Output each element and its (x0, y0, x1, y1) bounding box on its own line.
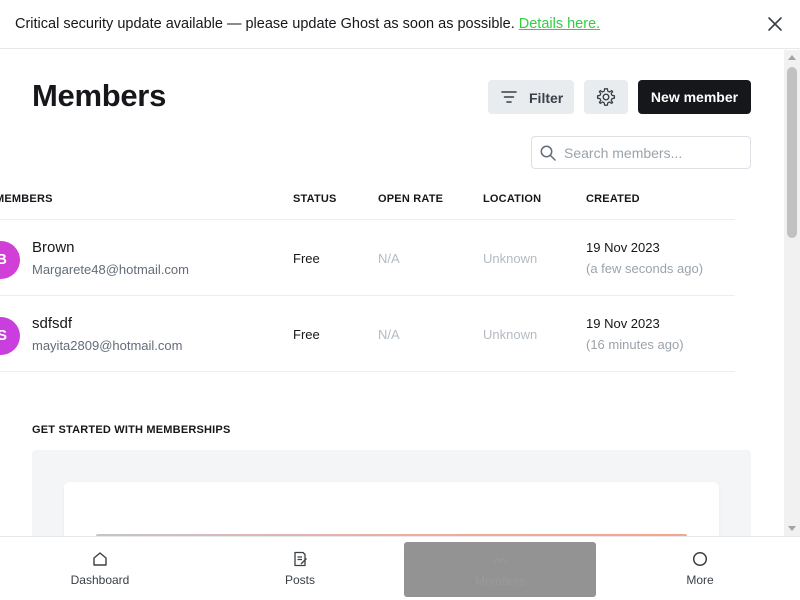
security-update-banner: Critical security update available — ple… (0, 0, 800, 49)
new-member-button[interactable]: New member (638, 80, 751, 114)
get-started-heading: GET STARTED WITH MEMBERSHIPS (32, 424, 231, 436)
member-location: Unknown (483, 327, 538, 342)
member-created-date: 19 Nov 2023 (586, 240, 660, 255)
search-icon (540, 145, 556, 161)
member-status: Free (293, 327, 320, 342)
member-created-relative: (16 minutes ago) (586, 337, 684, 352)
nav-label: Posts (284, 573, 315, 587)
member-name: Brown (32, 239, 75, 256)
search-box[interactable] (531, 136, 751, 169)
posts-icon (294, 551, 307, 567)
column-header-open-rate[interactable]: OPEN RATE (378, 193, 443, 205)
column-header-status[interactable]: STATUS (293, 193, 337, 205)
scrollbar-thumb[interactable] (787, 67, 797, 238)
column-header-location[interactable]: LOCATION (483, 193, 541, 205)
get-started-card (64, 482, 719, 536)
close-icon[interactable] (766, 15, 784, 33)
column-header-created[interactable]: CREATED (586, 193, 640, 205)
member-name: sdfsdf (32, 315, 73, 332)
banner-text: Critical security update available — ple… (15, 16, 600, 32)
avatar: S (0, 317, 20, 355)
member-location: Unknown (483, 251, 538, 266)
avatar: B (0, 241, 20, 279)
table-row[interactable]: B Brown Margarete48@hotmail.com Free N/A… (0, 220, 735, 296)
home-icon (93, 552, 107, 566)
member-open-rate: N/A (378, 327, 400, 342)
member-created-relative: (a few seconds ago) (586, 261, 704, 276)
member-open-rate: N/A (378, 251, 400, 266)
member-email: Margarete48@hotmail.com (32, 262, 189, 277)
page-title: Members (32, 78, 167, 113)
member-email: mayita2809@hotmail.com (32, 338, 183, 353)
gear-icon (596, 88, 616, 106)
nav-item-members[interactable]: Members (400, 537, 600, 600)
more-icon (692, 551, 708, 567)
main-content: Members Filter New member MEMBERS STATUS… (0, 50, 784, 536)
bottom-navigation: Dashboard Posts Members More (0, 536, 800, 600)
scroll-up-arrow-icon[interactable] (788, 55, 796, 60)
scroll-down-arrow-icon[interactable] (788, 526, 796, 531)
filter-button[interactable]: Filter (488, 80, 574, 114)
member-created-date: 19 Nov 2023 (586, 316, 660, 331)
member-status: Free (293, 251, 320, 266)
search-input[interactable] (564, 143, 744, 163)
nav-label: Dashboard (70, 573, 130, 587)
members-icon (493, 558, 507, 564)
filter-button-label: Filter (529, 90, 564, 106)
get-started-panel (32, 450, 751, 536)
vertical-scrollbar[interactable] (784, 50, 800, 536)
banner-details-link[interactable]: Details here. (519, 16, 600, 32)
banner-message: Critical security update available — ple… (15, 16, 515, 32)
nav-item-dashboard[interactable]: Dashboard (0, 537, 200, 600)
table-row[interactable]: S sdfsdf mayita2809@hotmail.com Free N/A… (0, 296, 735, 372)
nav-item-members-highlight: Members (404, 542, 596, 597)
settings-button[interactable] (584, 80, 628, 114)
nav-label: Members (474, 574, 525, 588)
nav-label: More (686, 573, 714, 587)
filter-icon (501, 91, 517, 103)
column-header-members[interactable]: MEMBERS (0, 193, 53, 205)
nav-item-posts[interactable]: Posts (200, 537, 400, 600)
nav-item-more[interactable]: More (600, 537, 800, 600)
